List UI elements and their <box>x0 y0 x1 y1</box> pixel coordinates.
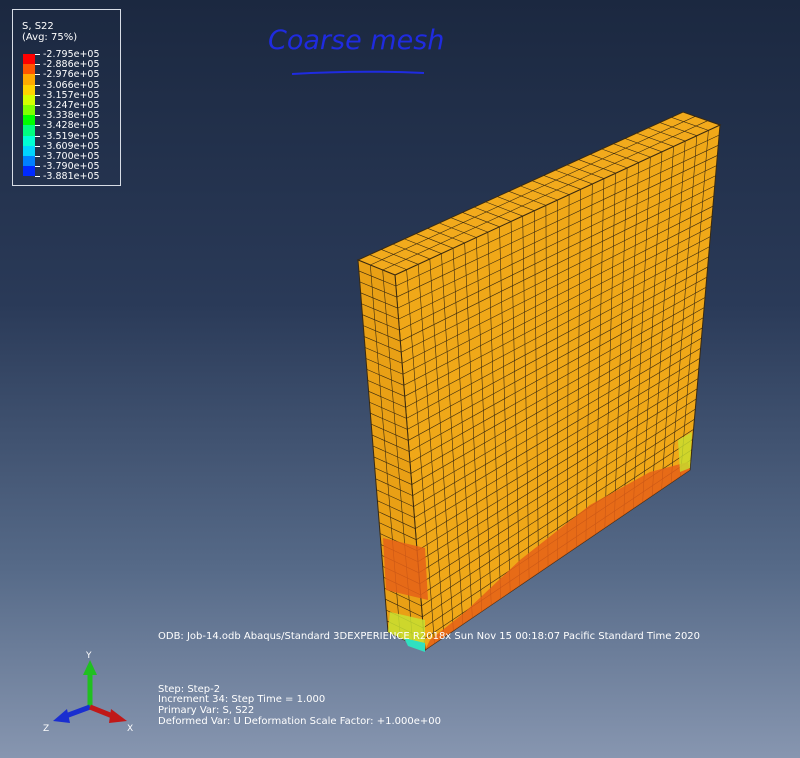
primary-var-line: Primary Var: S, S22 <box>158 705 255 716</box>
y-axis-arrow-icon <box>83 660 97 675</box>
x-axis-label: X <box>127 724 133 734</box>
increment-info-line: Increment 34: Step Time = 1.000 <box>158 694 326 705</box>
odb-info-line: ODB: Job-14.odb Abaqus/Standard 3DEXPERI… <box>158 631 701 642</box>
x-axis-arrow-icon <box>109 709 127 723</box>
y-axis-label: Y <box>85 651 92 661</box>
deformed-var-line: Deformed Var: U Deformation Scale Factor… <box>158 716 441 727</box>
z-axis-label: Z <box>43 724 49 734</box>
z-axis-arrow-icon <box>53 709 70 723</box>
corner-stress-zone <box>383 538 428 600</box>
coordinate-triad: Y Z X <box>43 651 133 734</box>
